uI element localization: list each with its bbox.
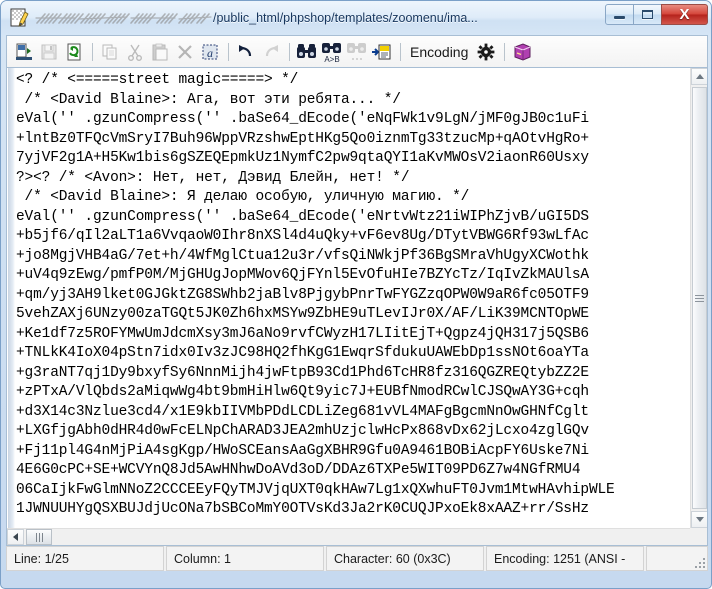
window-title-path: /public_html/phpshop/templates/zoomenu/i… — [213, 11, 478, 25]
minimize-icon — [614, 16, 625, 19]
redo-icon[interactable] — [259, 40, 283, 64]
scrollbar-grip-icon — [695, 293, 704, 304]
editor-line: +uV4q9zEwg/pmfP0M/MjGHUgJopMWov6QjFYnl5E… — [16, 267, 589, 283]
editor-line: +Fj11pl4G4nMjPiA4sgKgp/HWoSCEansAaGgXBHR… — [16, 442, 589, 459]
status-character-indicator: Character: 60 (0x3C) — [326, 546, 484, 571]
status-line-indicator: Line: 1/25 — [6, 546, 164, 571]
find-icon[interactable] — [295, 40, 319, 64]
editor-line: +TNLkK4IoX04pStn7idx0Iv3zJC98HQ2fhKgG1Ew… — [16, 345, 589, 361]
editor-line: ?><? /* <Avon>: Нет, нет, Дэвид Блейн, н… — [16, 169, 410, 186]
toolbar-separator — [289, 42, 290, 61]
close-button[interactable]: X — [661, 4, 708, 25]
scroll-left-button[interactable] — [7, 529, 24, 545]
close-icon: X — [679, 6, 690, 23]
scroll-up-button[interactable] — [691, 68, 707, 85]
status-column-indicator: Column: 1 — [166, 546, 324, 571]
editor-gutter — [7, 68, 16, 545]
editor-line: 1JWNUUHYgQSXBUJdjUcONa7bSBCoMmY0OTVsKd3J… — [16, 501, 589, 517]
status-encoding-indicator: Encoding: 1251 (ANSI - — [486, 546, 644, 571]
editor-line: <? /* <=====street magic=====> */ — [16, 72, 299, 88]
maximize-button[interactable] — [633, 4, 662, 25]
maximize-icon — [642, 10, 653, 19]
paste-icon[interactable] — [148, 40, 172, 64]
replace-icon[interactable]: A>B — [320, 40, 344, 64]
toolbar-separator — [92, 42, 93, 61]
editor-canvas[interactable]: <? /* <=====street magic=====> */ /* <Da… — [7, 68, 707, 545]
editor-line: +zPTxA/VlQbds2aMiqwWg4bt9bmHiHlw6Qt9yic7… — [16, 384, 589, 400]
scrollbar-grip-icon — [35, 532, 44, 542]
editor-line: /* <David Blaine>: Я делаю особую, уличн… — [16, 189, 470, 205]
editor-line: 5vehZAXj6UNzy00zaTGQt5JK0Zh6hxMSYw9ZbHE9… — [16, 306, 589, 322]
editor-line: +Ke1df7z5ROFYMwUmJdcmXsy3mJ6aNo9rvfCWyzH… — [16, 325, 589, 342]
scrollbar-corner — [690, 528, 707, 545]
editor-line: 4E6G0cPC+SE+WCVYnQ8Jd5AwHNhwDoAVd3oD/DDA… — [16, 462, 581, 478]
toolbar-separator — [228, 42, 229, 61]
gear-icon[interactable] — [474, 40, 498, 64]
redacted-path-scribble — [35, 11, 213, 25]
delete-icon[interactable] — [173, 40, 197, 64]
window-controls: X — [605, 4, 708, 28]
notepad-document-icon — [9, 8, 29, 28]
main-window: /public_html/phpshop/templates/zoomenu/i… — [0, 0, 712, 589]
editor-line: +LXGfjgAbh0dHR4d0wFcELNpChARAD3JEA2mhUzj… — [16, 423, 589, 439]
goto-line-icon[interactable] — [370, 40, 394, 64]
editor-line: +g3raNT7qj1Dy9bxyfSy6NnnMijh4jwFtpB93Cd1… — [16, 364, 589, 381]
chevron-down-icon — [695, 517, 704, 522]
encoding-label[interactable]: Encoding — [410, 44, 468, 60]
vertical-scrollbar[interactable] — [690, 68, 707, 528]
book-icon[interactable] — [510, 40, 534, 64]
find-next-icon[interactable] — [345, 40, 369, 64]
resize-grip-icon[interactable] — [693, 556, 705, 568]
editor-line: eVal('' .gzunCompress('' .baSe64_dEcode(… — [16, 111, 589, 127]
editor-line: 7yjVF2g1A+H5Kw1bis6gSZEQEpmkUz1NymfC2pw9… — [16, 150, 589, 166]
select-all-icon[interactable]: a — [198, 40, 222, 64]
editor-text-content[interactable]: <? /* <=====street magic=====> */ /* <Da… — [16, 71, 689, 526]
scroll-down-button[interactable] — [691, 511, 707, 528]
editor-line: +jo8MgjVHB4aG/7et+h/4WfMglCtua12u3r/vfsQ… — [16, 247, 589, 264]
title-bar[interactable]: /public_html/phpshop/templates/zoomenu/i… — [1, 1, 712, 35]
toolbar-separator — [504, 42, 506, 61]
text-editor-area[interactable]: <? /* <=====street magic=====> */ /* <Da… — [6, 67, 708, 546]
svg-text:a: a — [207, 46, 213, 60]
editor-line: +b5jf6/qIl2aLT1a6VvqaoW0Ihr8nXSl4d4uQky+… — [16, 228, 589, 244]
save-file-icon[interactable] — [37, 40, 61, 64]
minimize-button[interactable] — [605, 4, 634, 25]
status-extra-cell — [646, 546, 708, 571]
toolbar: a A>B Encoding — [6, 35, 708, 67]
editor-line: eVal('' .gzunCompress('' .baSe64_dEcode(… — [16, 208, 589, 225]
horizontal-scrollbar-thumb[interactable] — [26, 529, 52, 545]
editor-line: +lntBz0TFQcVmSryI7Buh96WppVRzshwEptHKg5Q… — [16, 130, 589, 147]
undo-icon[interactable] — [234, 40, 258, 64]
editor-line: +qm/yj3AH9lket0GJGktZG8SWhb2jaBlv8PjgybP… — [16, 286, 589, 303]
horizontal-scrollbar[interactable] — [7, 528, 690, 545]
copy-icon[interactable] — [98, 40, 122, 64]
vertical-scrollbar-thumb[interactable] — [692, 87, 707, 509]
chevron-up-icon — [695, 74, 704, 79]
svg-text:A>B: A>B — [324, 55, 339, 63]
status-bar: Line: 1/25 Column: 1 Character: 60 (0x3C… — [6, 546, 708, 571]
editor-line: /* <David Blaine>: Ага, вот эти ребята..… — [16, 91, 401, 108]
editor-line: +d3X14c3Nzlue3cd4/x1E9kbIIVMbPDdLCDLiZeg… — [16, 403, 589, 420]
toolbar-separator — [400, 42, 401, 61]
open-file-icon[interactable] — [12, 40, 36, 64]
refresh-file-icon[interactable] — [62, 40, 86, 64]
editor-line: 06CaIjkFwGlmNNoZ2CCCEEyFQyTMJVjqUXT0qkHA… — [16, 481, 615, 498]
chevron-left-icon — [13, 533, 18, 541]
cut-icon[interactable] — [123, 40, 147, 64]
